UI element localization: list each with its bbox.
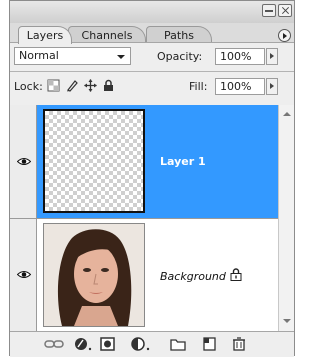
- blend-mode-select[interactable]: Normal: [14, 47, 131, 65]
- layer-thumbnail-transparent: [43, 109, 145, 213]
- minimize-button[interactable]: [262, 4, 276, 17]
- fill-label: Fill:: [189, 80, 208, 93]
- lock-image-pixels-icon[interactable]: [66, 79, 79, 92]
- delete-layer-icon[interactable]: [231, 337, 247, 351]
- divider: [10, 71, 294, 72]
- tab-paths[interactable]: Paths: [146, 26, 212, 43]
- tab-channels[interactable]: Channels: [68, 26, 146, 43]
- opacity-input[interactable]: 100%: [215, 48, 265, 65]
- lock-position-icon[interactable]: [84, 79, 97, 92]
- layers-panel: Channels Paths Layers Normal Opacity: 10…: [9, 0, 295, 357]
- scroll-up-icon[interactable]: [283, 112, 291, 116]
- lock-icon: [230, 268, 242, 281]
- layer-mask-icon[interactable]: [100, 337, 116, 351]
- lock-all-icon[interactable]: [102, 79, 115, 92]
- layers-list: Layer 1 Background: [10, 105, 294, 331]
- fill-input[interactable]: 100%: [215, 78, 265, 95]
- layer-row-background[interactable]: Background: [10, 219, 278, 331]
- eye-icon: [17, 271, 31, 278]
- portrait-thumbnail: [43, 223, 145, 327]
- blend-mode-value: Normal: [19, 49, 59, 62]
- adjustment-layer-icon[interactable]: [131, 337, 153, 351]
- new-layer-icon[interactable]: [202, 337, 218, 351]
- panel-menu-icon[interactable]: [278, 29, 291, 42]
- scroll-down-icon[interactable]: [283, 319, 291, 323]
- close-button[interactable]: [278, 4, 292, 17]
- layer-name: Layer 1: [160, 155, 206, 168]
- opacity-slider-button[interactable]: [266, 48, 278, 65]
- link-layers-icon[interactable]: [44, 337, 64, 351]
- visibility-toggle[interactable]: [10, 219, 37, 331]
- lock-fill-row: Lock: Fill: 100%: [10, 73, 294, 99]
- panel-body: Normal Opacity: 100% Lock: Fill: 100% La…: [10, 42, 294, 357]
- panel-title-bar[interactable]: [10, 1, 294, 23]
- opacity-label: Opacity:: [157, 50, 203, 63]
- lock-transparent-pixels-icon[interactable]: [47, 79, 60, 92]
- layers-footer: [10, 331, 294, 357]
- chevron-down-icon: [117, 55, 125, 59]
- tab-layers[interactable]: Layers: [18, 26, 72, 44]
- blend-opacity-row: Normal Opacity: 100%: [10, 43, 294, 69]
- layer-style-icon[interactable]: [74, 337, 94, 351]
- panel-tabs: Channels Paths Layers: [10, 23, 294, 44]
- fill-slider-button[interactable]: [266, 78, 278, 95]
- layers-scrollbar[interactable]: [278, 105, 294, 331]
- layer-name: Background: [160, 270, 226, 283]
- layer-row-layer-1[interactable]: Layer 1: [10, 105, 278, 219]
- visibility-toggle[interactable]: [10, 105, 37, 218]
- eye-icon: [17, 158, 31, 165]
- new-group-icon[interactable]: [170, 337, 186, 351]
- lock-label: Lock:: [14, 80, 43, 93]
